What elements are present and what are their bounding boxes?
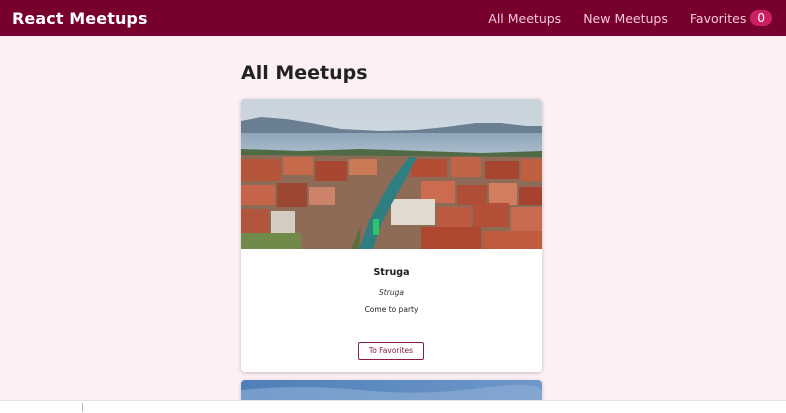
to-favorites-button[interactable]: To Favorites <box>358 342 424 360</box>
favorites-count-badge: 0 <box>750 10 772 26</box>
meetup-image <box>241 99 542 249</box>
nav-link-new-meetup[interactable]: New Meetups <box>583 11 668 26</box>
main-navigation: All Meetups New Meetups Favorites 0 <box>466 10 772 26</box>
meetup-card: Struga Struga Come to party To Favorites <box>241 99 542 372</box>
favorites-label: Favorites <box>689 10 747 26</box>
nav-link-all-meetups[interactable]: All Meetups <box>488 11 561 26</box>
main-content: All Meetups Struga Struga Come to party … <box>241 36 542 372</box>
app-logo: React Meetups <box>12 8 148 28</box>
meetup-title: Struga <box>373 267 410 278</box>
page-title: All Meetups <box>241 62 368 84</box>
nav-link-favorites[interactable]: Favorites 0 <box>690 10 772 26</box>
meetup-address: Struga <box>379 288 404 297</box>
meetup-description: Come to party <box>364 305 419 314</box>
main-header: React Meetups All Meetups New Meetups Fa… <box>0 0 786 36</box>
bottom-divider <box>82 403 83 412</box>
bottom-status-bar <box>0 400 786 413</box>
